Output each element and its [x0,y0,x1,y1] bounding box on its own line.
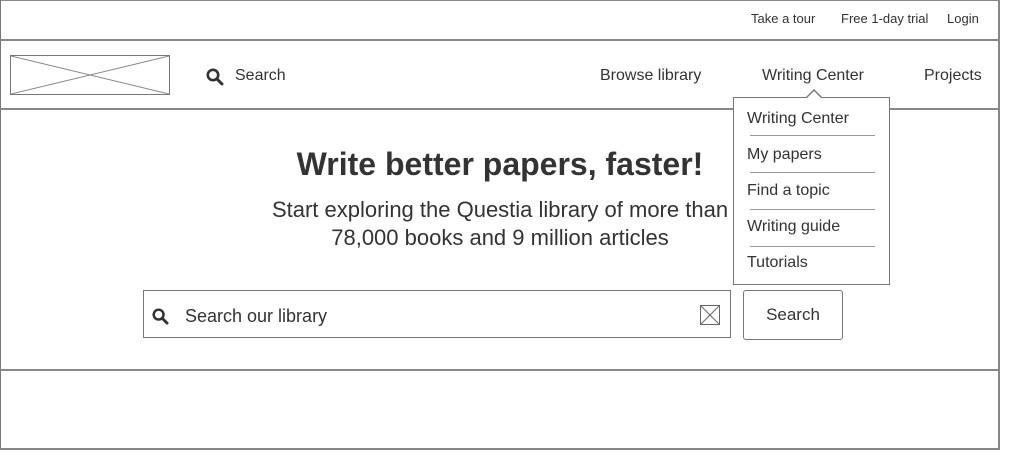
free-trial-link[interactable]: Free 1-day trial [841,11,928,26]
library-search-input[interactable] [185,302,685,330]
menu-item-writing-guide[interactable]: Writing guide [747,218,840,236]
frame-right-border [998,0,1000,450]
clear-icon[interactable] [700,305,720,330]
top-bar-divider [0,39,1000,41]
menu-divider [750,135,875,136]
take-a-tour-link[interactable]: Take a tour [751,11,815,26]
nav-writing-center[interactable]: Writing Center [762,67,864,85]
frame-top-border [0,0,1000,1]
header-search-link[interactable]: Search [235,67,286,85]
nav-projects[interactable]: Projects [924,67,982,85]
hero-subtitle-line-2: 78,000 books and 9 million articles [331,225,669,250]
menu-divider [750,209,875,210]
hero-divider [0,369,1000,371]
menu-divider [750,172,875,173]
search-icon[interactable] [206,68,224,91]
menu-item-find-a-topic[interactable]: Find a topic [747,182,830,200]
menu-item-tutorials[interactable]: Tutorials [747,254,808,272]
login-link[interactable]: Login [947,11,979,26]
nav-browse-library[interactable]: Browse library [600,67,701,85]
frame-left-border [0,0,1,450]
search-button[interactable]: Search [743,290,843,340]
logo[interactable] [10,55,170,95]
hero-subtitle: Start exploring the Questia library of m… [200,196,800,252]
image-placeholder-icon [11,56,169,94]
dropdown-caret-fill [806,91,822,99]
menu-item-writing-center[interactable]: Writing Center [747,110,849,128]
search-icon [152,308,169,330]
hero-subtitle-line-1: Start exploring the Questia library of m… [271,197,729,222]
menu-divider [750,246,875,247]
menu-item-my-papers[interactable]: My papers [747,146,822,164]
frame-bottom-border [0,448,1000,450]
